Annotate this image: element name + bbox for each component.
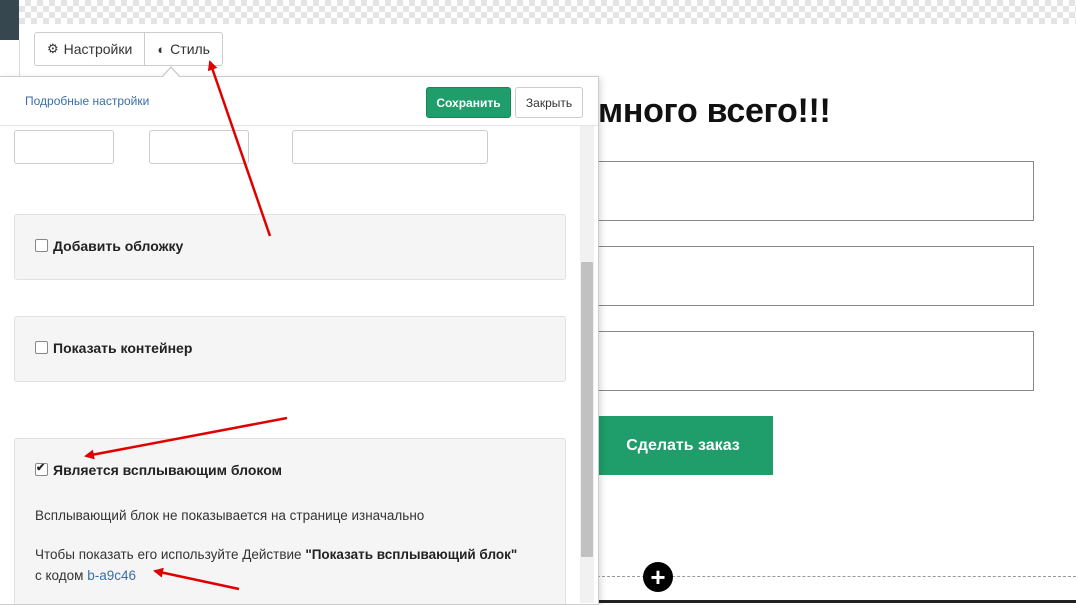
panel-caret-inner: [162, 68, 180, 78]
contrast-icon: ◐: [157, 41, 166, 57]
popup-checkbox[interactable]: [35, 461, 48, 476]
settings-panel: Добавить обложку Показать контейнер Явля…: [0, 76, 599, 605]
container-label: Показать контейнер: [53, 340, 193, 356]
popup-hint-prefix: Чтобы показать его используйте Действие: [35, 547, 302, 562]
container-checkbox[interactable]: [35, 340, 48, 354]
cover-option[interactable]: Добавить обложку: [35, 238, 183, 254]
popup-label: Является всплывающим блоком: [53, 462, 282, 478]
editor-tabs: ⚙ Настройки ◐ Стиль: [34, 32, 223, 66]
cover-option-box: Добавить обложку: [14, 214, 566, 280]
container-option-box: Показать контейнер: [14, 316, 566, 382]
form-field-1[interactable]: [593, 161, 1034, 221]
plus-icon: +: [650, 562, 666, 592]
form-field-2[interactable]: [593, 246, 1034, 306]
settings-input-1[interactable]: [14, 130, 114, 164]
popup-code-line: с кодом b-a9c46: [35, 568, 136, 583]
transparency-strip: [19, 0, 1076, 24]
cover-label: Добавить обложку: [53, 238, 184, 254]
form-field-3[interactable]: [593, 331, 1034, 391]
tab-settings[interactable]: ⚙ Настройки: [35, 33, 144, 65]
container-option[interactable]: Показать контейнер: [35, 340, 192, 356]
panel-scrollbar-thumb[interactable]: [581, 262, 593, 557]
add-block-button[interactable]: +: [643, 562, 673, 592]
tab-style-label: Стиль: [170, 41, 210, 57]
popup-code[interactable]: b-a9c46: [87, 568, 136, 583]
left-sidebar-edge: [0, 0, 19, 40]
popup-code-prefix: с кодом: [35, 568, 84, 583]
popup-option[interactable]: Является всплывающим блоком: [35, 461, 282, 478]
panel-header: Подробные настройки Сохранить Закрыть: [0, 77, 598, 126]
cover-checkbox[interactable]: [35, 238, 48, 252]
popup-hint: Чтобы показать его используйте Действие …: [35, 547, 517, 562]
order-button[interactable]: Сделать заказ: [593, 416, 773, 475]
advanced-settings-link[interactable]: Подробные настройки: [25, 94, 149, 108]
close-button[interactable]: Закрыть: [515, 87, 583, 118]
popup-option-box: Является всплывающим блоком Всплывающий …: [14, 438, 566, 604]
save-button[interactable]: Сохранить: [426, 87, 511, 118]
settings-input-2[interactable]: [149, 130, 249, 164]
settings-input-3[interactable]: [292, 130, 488, 164]
gear-icon: ⚙: [47, 41, 59, 56]
popup-note: Всплывающий блок не показывается на стра…: [35, 508, 425, 523]
tab-style[interactable]: ◐ Стиль: [144, 33, 222, 65]
tab-settings-label: Настройки: [63, 41, 133, 57]
page-heading: много всего!!!: [598, 92, 831, 130]
popup-hint-action: "Показать всплывающий блок": [305, 547, 518, 562]
